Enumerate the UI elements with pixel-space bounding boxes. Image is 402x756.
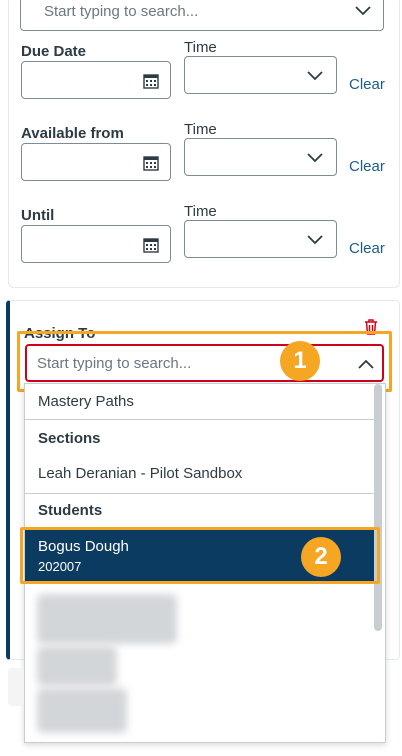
redacted-list-item (37, 688, 127, 733)
available-time-select[interactable] (184, 138, 337, 176)
option-section[interactable]: Leah Deranian - Pilot Sandbox (38, 465, 242, 482)
callout-1-badge: 1 (280, 341, 320, 381)
option-mastery-paths[interactable]: Mastery Paths (38, 393, 134, 410)
until-label: Until (21, 207, 55, 224)
chevron-down-icon (307, 71, 323, 81)
due-date-label: Due Date (21, 43, 87, 60)
group-sections-header: Sections (38, 430, 101, 447)
divider (25, 419, 375, 420)
due-time-select[interactable] (184, 56, 337, 94)
calendar-icon[interactable] (143, 155, 159, 171)
divider (25, 493, 375, 494)
group-students-header: Students (38, 502, 103, 519)
bottom-panel-edge (8, 668, 24, 706)
callout-2-badge: 2 (301, 537, 341, 577)
calendar-icon[interactable] (143, 237, 159, 253)
top-assign-search[interactable]: Start typing to search... (20, 0, 384, 31)
until-date-input[interactable] (21, 225, 171, 263)
until-time-label: Time (184, 203, 217, 220)
calendar-icon[interactable] (143, 73, 159, 89)
due-clear-link[interactable]: Clear (349, 76, 385, 93)
chevron-up-icon[interactable] (358, 359, 374, 369)
available-from-label: Available from (21, 125, 124, 142)
available-time-label: Time (184, 121, 217, 138)
assign-search-input[interactable]: Start typing to search... (25, 344, 384, 382)
due-date-input[interactable] (21, 61, 171, 99)
until-time-select[interactable] (184, 220, 337, 258)
redacted-list-item (37, 594, 177, 644)
available-clear-link[interactable]: Clear (349, 158, 385, 175)
top-search-placeholder: Start typing to search... (44, 3, 199, 20)
available-from-input[interactable] (21, 143, 171, 181)
redacted-list-item (37, 646, 117, 686)
due-time-label: Time (184, 39, 217, 56)
chevron-down-icon (307, 235, 323, 245)
chevron-down-icon (355, 6, 371, 16)
chevron-down-icon (307, 153, 323, 163)
until-clear-link[interactable]: Clear (349, 240, 385, 257)
assign-search-placeholder: Start typing to search... (37, 355, 192, 372)
dropdown-scrollbar[interactable] (374, 384, 382, 631)
